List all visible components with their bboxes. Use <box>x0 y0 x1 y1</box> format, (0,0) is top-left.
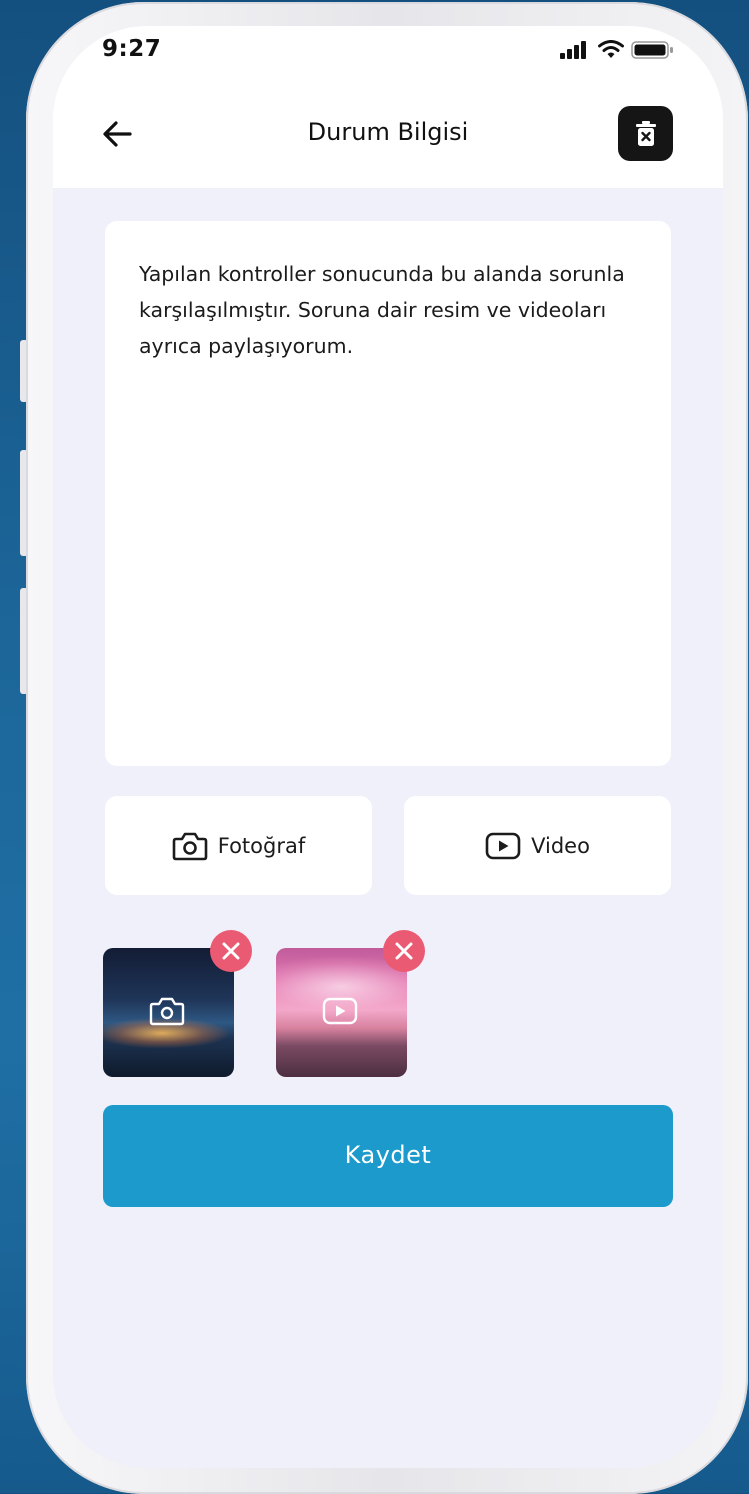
trash-icon <box>636 121 656 146</box>
page-title: Durum Bilgisi <box>307 118 469 146</box>
play-icon <box>485 832 521 860</box>
wifi-icon <box>598 40 624 58</box>
arrow-left-icon <box>103 121 132 147</box>
delete-button[interactable] <box>618 106 673 161</box>
photo-attachment-thumbnail[interactable] <box>103 948 234 1077</box>
add-video-content: Video <box>404 831 671 861</box>
cellular-signal-icon <box>560 41 586 59</box>
add-photo-label: Fotoğraf <box>217 834 306 858</box>
add-photo-button[interactable]: Fotoğraf <box>105 796 372 895</box>
save-button[interactable]: Kaydet <box>103 1105 673 1207</box>
status-note-text: Yapılan kontroller sonucunda bu alanda s… <box>139 262 625 358</box>
camera-icon <box>172 832 208 861</box>
remove-photo-button[interactable] <box>210 930 252 972</box>
close-icon <box>395 942 413 960</box>
status-time: 9:27 <box>102 36 162 62</box>
camera-icon <box>149 997 185 1026</box>
back-button[interactable] <box>97 116 137 152</box>
phone-screen: 9:27 Durum Bilgisi Yapılan kontroller so… <box>53 26 723 1468</box>
add-video-button[interactable]: Video <box>404 796 671 895</box>
remove-video-button[interactable] <box>383 930 425 972</box>
status-icons <box>559 40 675 60</box>
status-note-textarea[interactable]: Yapılan kontroller sonucunda bu alanda s… <box>105 221 671 766</box>
close-icon <box>222 942 240 960</box>
add-photo-content: Fotoğraf <box>105 831 372 861</box>
video-attachment-thumbnail[interactable] <box>276 948 407 1077</box>
play-icon <box>322 997 358 1025</box>
battery-icon <box>631 41 673 59</box>
save-button-label: Kaydet <box>344 1141 432 1169</box>
top-bar: 9:27 Durum Bilgisi <box>53 26 723 188</box>
add-video-label: Video <box>531 834 590 858</box>
